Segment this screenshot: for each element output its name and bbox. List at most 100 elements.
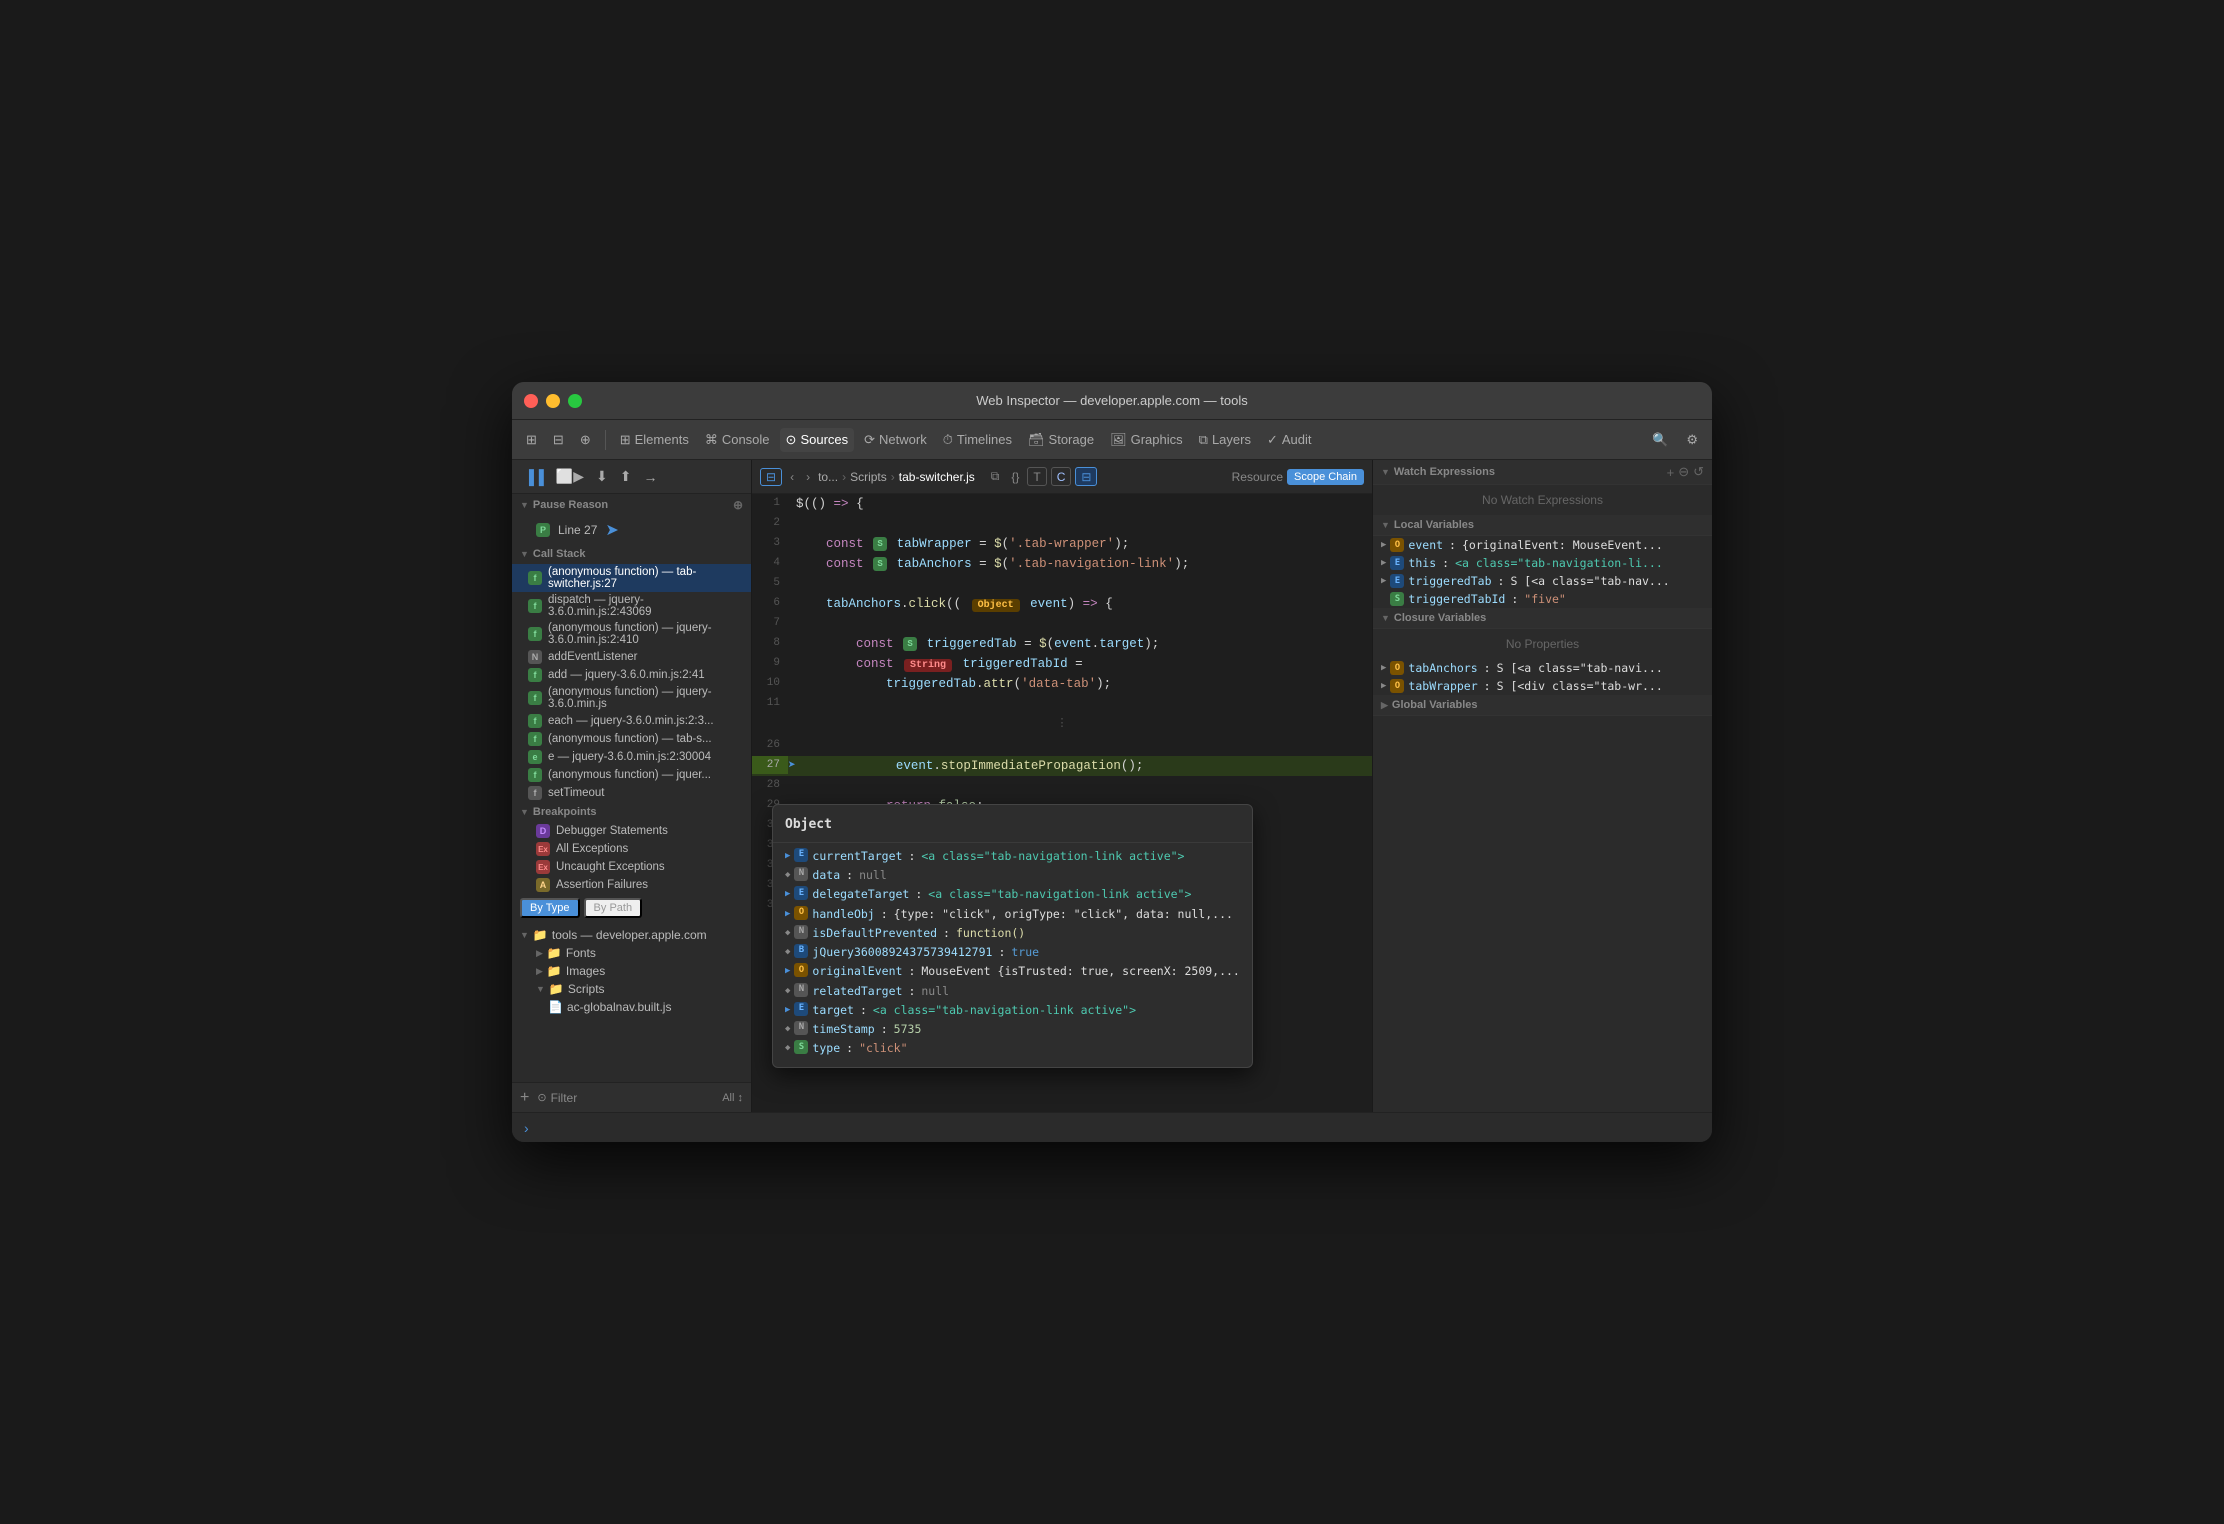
layout-toggle-button[interactable]: ⊟ xyxy=(547,428,570,452)
step-into-button[interactable]: ⬇ xyxy=(592,466,612,487)
breakpoint-item[interactable]: A Assertion Failures xyxy=(512,876,751,894)
call-stack-item[interactable]: e e — jquery-3.6.0.min.js:2:30004 xyxy=(512,748,751,766)
watch-add-button[interactable]: + xyxy=(1667,464,1675,480)
console-tab-button[interactable]: ⌘ Console xyxy=(699,428,776,452)
popup-colon: : xyxy=(908,983,915,1000)
global-vars-triangle: ▶ xyxy=(1381,700,1388,711)
expand-icon[interactable]: ▶ xyxy=(785,908,790,922)
step-over-button[interactable]: ⬜▶ xyxy=(552,466,588,487)
filter-label: Filter xyxy=(551,1091,578,1105)
popup-row[interactable]: ▶ E target : <a class="tab-navigation-li… xyxy=(773,1001,1252,1020)
add-button[interactable]: + xyxy=(520,1089,529,1107)
inspect-button[interactable]: ⊕ xyxy=(574,428,597,452)
popup-row[interactable]: ◆ N timeStamp : 5735 xyxy=(773,1020,1252,1039)
call-stack-item[interactable]: f (anonymous function) — tab-switcher.js… xyxy=(512,564,751,592)
breakpoints-header[interactable]: ▼ Breakpoints xyxy=(512,802,751,822)
popup-row[interactable]: ▶ E delegateTarget : <a class="tab-navig… xyxy=(773,885,1252,904)
expand-icon[interactable]: ▶ xyxy=(785,965,790,979)
var-badge-s: S xyxy=(1390,592,1404,606)
watch-refresh-button[interactable]: ↺ xyxy=(1693,464,1704,480)
call-stack-item[interactable]: f (anonymous function) — jquery-3.6.0.mi… xyxy=(512,684,751,712)
var-row[interactable]: ▶ E this : <a class="tab-navigation-li..… xyxy=(1373,554,1712,572)
popup-row[interactable]: ▶ O originalEvent : MouseEvent {isTruste… xyxy=(773,962,1252,981)
all-exceptions-badge: Ex xyxy=(536,842,550,856)
graphics-tab-button[interactable]: 🖼 Graphics xyxy=(1104,428,1189,452)
popup-row[interactable]: ▶ E currentTarget : <a class="tab-naviga… xyxy=(773,847,1252,866)
network-tab-button[interactable]: ⟳ Network xyxy=(858,428,933,452)
var-expand: ▶ xyxy=(1381,576,1386,586)
resource-button[interactable]: Resource xyxy=(1232,469,1283,485)
call-stack-item[interactable]: f setTimeout xyxy=(512,784,751,802)
expand-icon[interactable]: ▶ xyxy=(785,888,790,902)
watch-clear-button[interactable]: ⊖ xyxy=(1678,464,1689,480)
text-button[interactable]: T xyxy=(1027,467,1046,486)
back-button[interactable]: ‹ xyxy=(786,468,798,486)
breakpoint-item[interactable]: D Debugger Statements xyxy=(512,822,751,840)
forward-button[interactable]: › xyxy=(802,468,814,486)
call-stack-item[interactable]: f each — jquery-3.6.0.min.js:2:3... xyxy=(512,712,751,730)
var-row[interactable]: ▶ O tabWrapper : S [<div class="tab-wr..… xyxy=(1373,677,1712,695)
elements-tab-button[interactable]: ⊞ Elements xyxy=(614,428,695,452)
close-button[interactable] xyxy=(524,394,538,408)
network-label: Network xyxy=(879,432,927,447)
sidebar-toggle-button[interactable]: ⊞ xyxy=(520,428,543,452)
filter-by-type-button[interactable]: By Type xyxy=(520,898,580,918)
call-stack-item[interactable]: N addEventListener xyxy=(512,648,751,666)
call-stack-item[interactable]: f (anonymous function) — jquery-3.6.0.mi… xyxy=(512,620,751,648)
tree-item-scripts[interactable]: ▼ 📁 Scripts xyxy=(512,980,751,998)
step-out-button[interactable]: ⬆ xyxy=(616,466,636,487)
popup-row[interactable]: ◆ B jQuery36008924375739412791 : true xyxy=(773,943,1252,962)
format-button[interactable]: {} xyxy=(1007,467,1023,486)
step-continue-button[interactable]: → xyxy=(640,467,662,487)
filter-by-path-button[interactable]: By Path xyxy=(584,898,643,918)
timelines-tab-button[interactable]: ⏱ Timelines xyxy=(937,428,1018,452)
breakpoint-item[interactable]: Ex Uncaught Exceptions xyxy=(512,858,751,876)
storage-tab-button[interactable]: 🗃 Storage xyxy=(1022,428,1100,452)
pause-continue-button[interactable]: ▐▐ xyxy=(520,467,548,487)
call-stack-item[interactable]: f (anonymous function) — tab-s... xyxy=(512,730,751,748)
call-stack-item[interactable]: f dispatch — jquery-3.6.0.min.js:2:43069 xyxy=(512,592,751,620)
fullscreen-button[interactable] xyxy=(568,394,582,408)
debug-toolbar: ▐▐ ⬜▶ ⬇ ⬆ → xyxy=(512,460,751,494)
call-stack-header[interactable]: ▼ Call Stack xyxy=(512,544,751,564)
layers-tab-button[interactable]: ⧉ Layers xyxy=(1193,428,1257,452)
tree-item-file[interactable]: 📄 ac-globalnav.built.js xyxy=(512,998,751,1016)
popup-row[interactable]: ◆ S type : "click" xyxy=(773,1039,1252,1058)
nav-button[interactable]: ⊟ xyxy=(1075,467,1097,486)
copy-button[interactable]: ⧉ xyxy=(987,467,1004,486)
expand-icon[interactable]: ▶ xyxy=(785,1004,790,1018)
sources-tab-button[interactable]: ⊙ Sources xyxy=(780,428,855,452)
var-row[interactable]: ▶ E triggeredTab : S [<a class="tab-nav.… xyxy=(1373,572,1712,590)
popup-row[interactable]: ◆ N isDefaultPrevented : function() xyxy=(773,924,1252,943)
breadcrumb-scripts[interactable]: Scripts xyxy=(850,470,887,484)
code-format-button[interactable]: ⊟ xyxy=(760,468,782,486)
popup-row[interactable]: ◆ N relatedTarget : null xyxy=(773,982,1252,1001)
audit-tab-button[interactable]: ✓ Audit xyxy=(1261,428,1318,452)
breadcrumb-path[interactable]: to... xyxy=(818,470,838,484)
folder-icon: 📁 xyxy=(549,982,564,996)
search-button[interactable]: 🔍 xyxy=(1646,428,1674,452)
line-number: 2 xyxy=(752,514,788,533)
css-button[interactable]: C xyxy=(1051,467,1072,486)
breadcrumb-file[interactable]: tab-switcher.js xyxy=(899,470,975,484)
settings-button[interactable]: ⚙ xyxy=(1680,428,1704,452)
scope-chain-button[interactable]: Scope Chain xyxy=(1287,469,1364,485)
console-input[interactable] xyxy=(537,1120,1700,1135)
popup-row[interactable]: ▶ O handleObj : {type: "click", origType… xyxy=(773,905,1252,924)
tree-item-images[interactable]: ▶ 📁 Images xyxy=(512,962,751,980)
popup-row[interactable]: ◆ N data : null xyxy=(773,866,1252,885)
popup-key: currentTarget xyxy=(812,848,902,865)
var-row[interactable]: ▶ S triggeredTabId : "five" xyxy=(1373,590,1712,608)
call-stack-item[interactable]: f add — jquery-3.6.0.min.js:2:41 xyxy=(512,666,751,684)
minimize-button[interactable] xyxy=(546,394,560,408)
pause-reason-header[interactable]: ▼ Pause Reason ⊕ xyxy=(512,494,751,516)
expand-icon[interactable]: ▶ xyxy=(785,850,790,864)
var-row[interactable]: ▶ O event : {originalEvent: MouseEvent..… xyxy=(1373,536,1712,554)
tree-item-fonts[interactable]: ▶ 📁 Fonts xyxy=(512,944,751,962)
call-stack-item[interactable]: f (anonymous function) — jquer... xyxy=(512,766,751,784)
pause-reason-gear[interactable]: ⊕ xyxy=(733,498,743,512)
code-editor[interactable]: 1 $(() => { 2 3 const S tabWrapper = $('… xyxy=(752,494,1372,1112)
breakpoint-item[interactable]: Ex All Exceptions xyxy=(512,840,751,858)
tree-root[interactable]: ▼ 📁 tools — developer.apple.com xyxy=(512,926,751,944)
var-row[interactable]: ▶ O tabAnchors : S [<a class="tab-navi..… xyxy=(1373,659,1712,677)
